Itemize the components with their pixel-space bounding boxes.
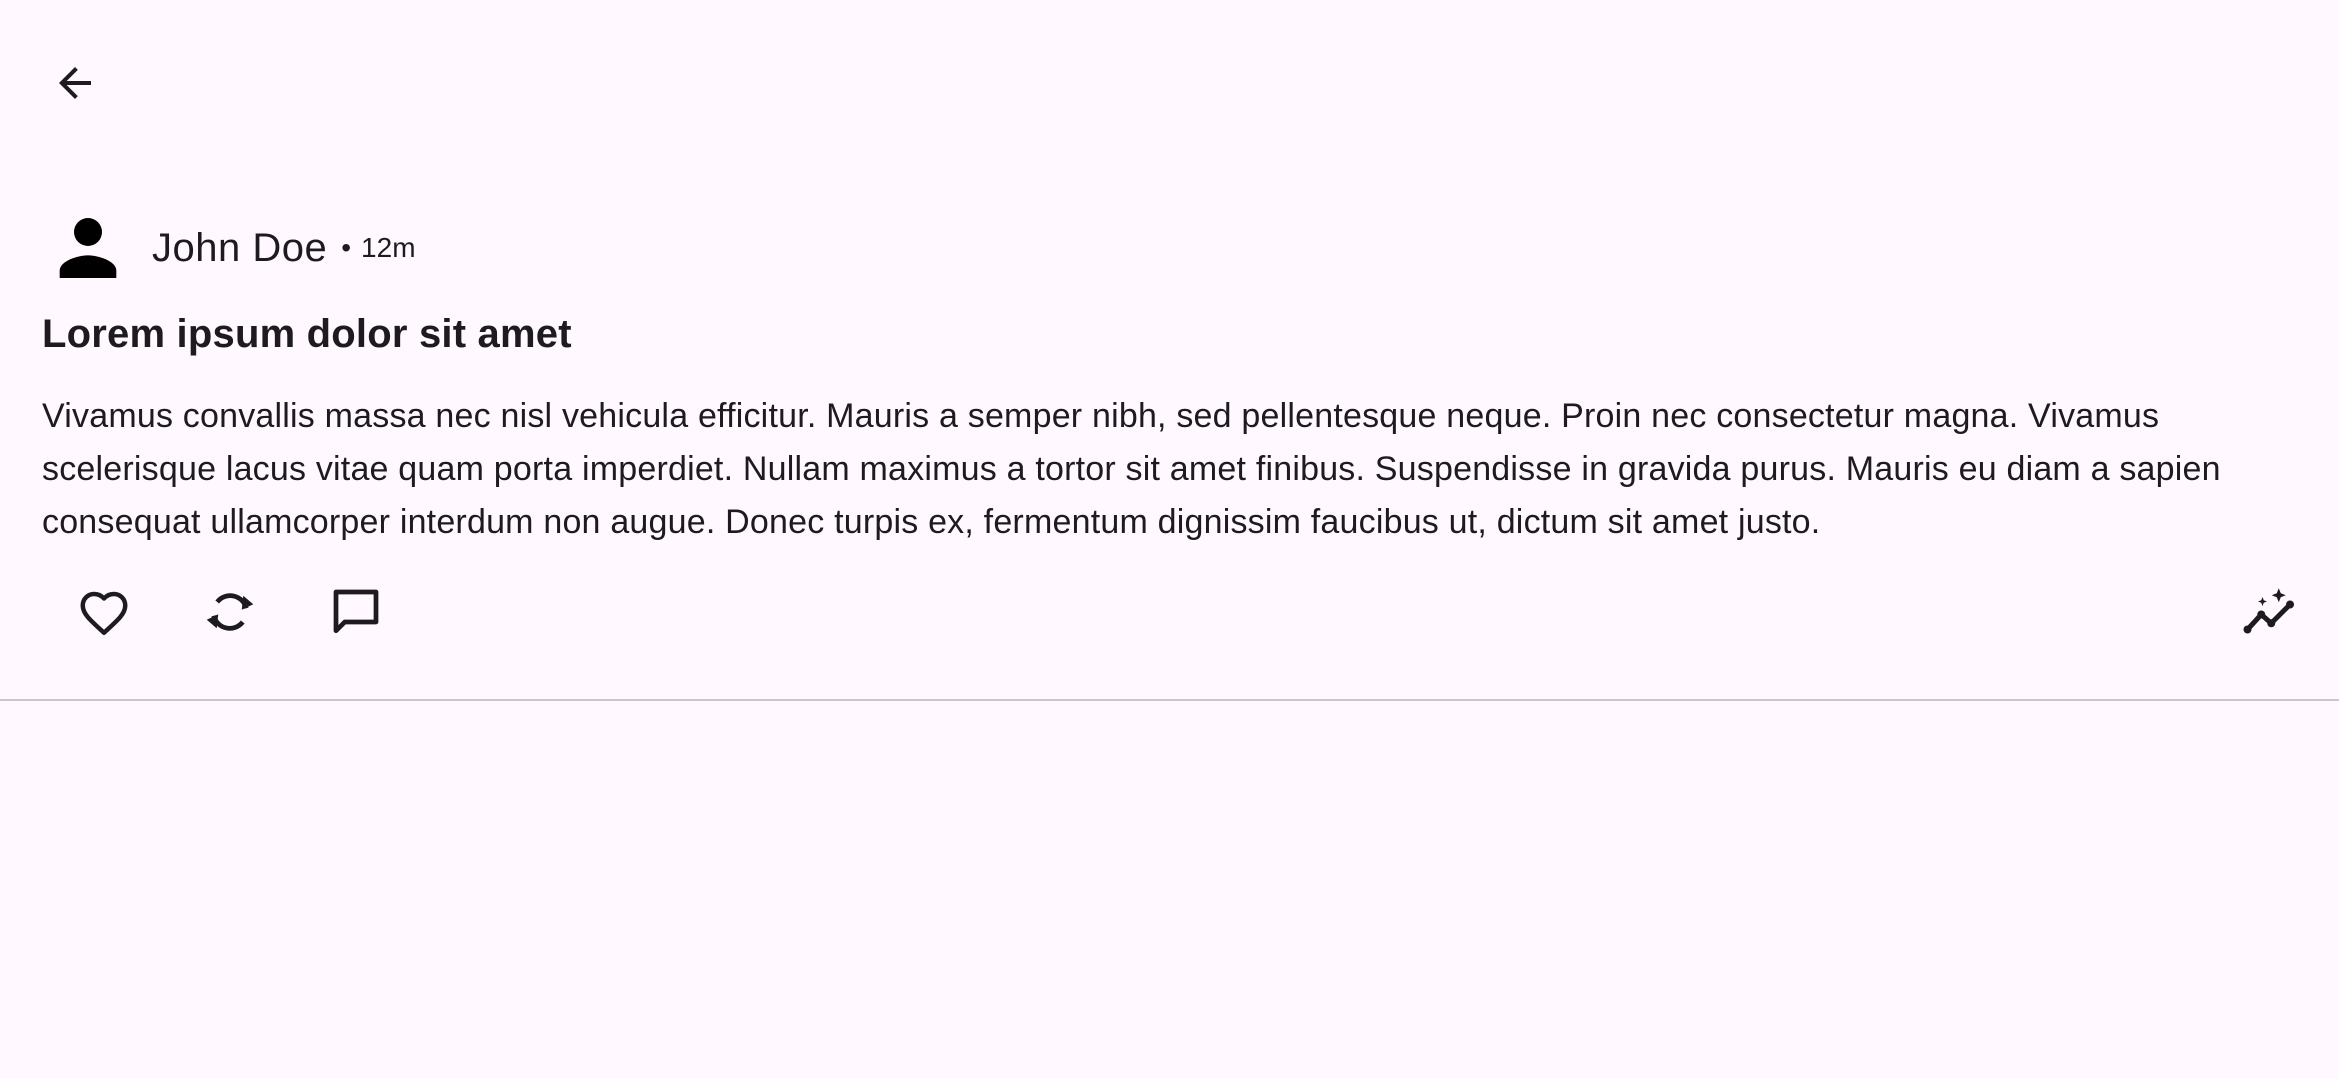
post-actions xyxy=(42,570,2302,660)
comment-icon xyxy=(333,589,379,634)
separator-dot: • xyxy=(341,232,352,263)
repost-button[interactable] xyxy=(188,570,272,654)
like-button[interactable] xyxy=(62,570,146,654)
insights-icon xyxy=(2243,588,2294,634)
repost-icon xyxy=(206,593,254,631)
avatar[interactable] xyxy=(42,202,134,294)
comment-button[interactable] xyxy=(314,570,398,654)
person-icon xyxy=(59,218,117,278)
post-detail-screen: John Doe • 12m Lorem ipsum dolor sit ame… xyxy=(0,0,2339,1079)
author-row: John Doe • 12m xyxy=(42,198,416,298)
back-button[interactable] xyxy=(42,50,108,116)
author-name[interactable]: John Doe xyxy=(152,226,327,271)
insights-button[interactable] xyxy=(2228,570,2312,654)
post-timestamp: 12m xyxy=(361,232,416,263)
post-card: John Doe • 12m Lorem ipsum dolor sit ame… xyxy=(0,180,2339,700)
heart-outline-icon xyxy=(80,591,128,635)
post-body: Vivamus convallis massa nec nisl vehicul… xyxy=(42,397,2221,541)
post-divider xyxy=(0,699,2339,701)
post-title: Lorem ipsum dolor sit amet xyxy=(42,312,572,356)
arrow-back-icon xyxy=(59,67,91,99)
